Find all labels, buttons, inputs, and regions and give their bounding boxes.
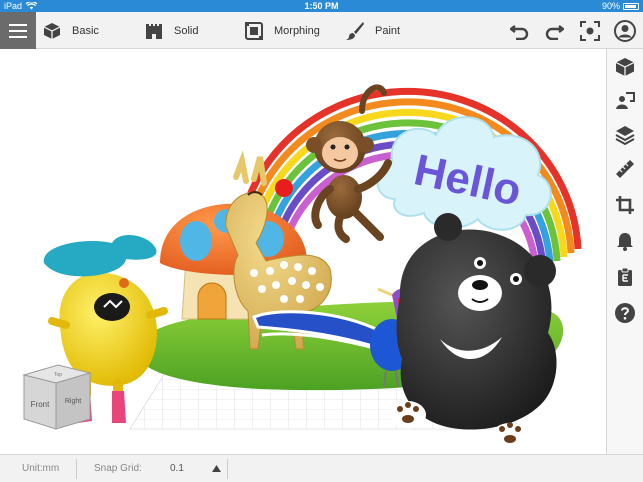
crop-icon [616,196,634,214]
battery-icon [623,2,639,10]
help-icon [615,303,635,323]
ruler-icon [616,160,634,178]
account-icon [614,19,636,42]
snap-grid-label: Snap Grid: [94,463,142,474]
snap-grid-dropdown-icon[interactable] [212,465,221,472]
bottom-separator [227,459,228,479]
bell-icon [617,233,633,251]
bottom-status-bar: Unit:mm Snap Grid: 0.1 [0,454,643,482]
bottom-separator [76,459,77,479]
tool-basic[interactable]: Basic [42,12,99,49]
paintbrush-icon [346,21,364,40]
person-model-icon [616,92,635,109]
tool-morphing-label: Morphing [274,24,320,37]
sidebar-clipboard[interactable] [613,265,637,289]
status-time: 1:50 PM [304,1,339,11]
undo-button[interactable] [507,12,533,49]
view-cube-right-label: Right [65,398,81,405]
castle-icon [146,23,162,39]
morph-icon [245,21,263,40]
undo-icon [510,24,529,40]
hamburger-icon [9,23,27,38]
tool-basic-label: Basic [72,24,99,37]
sidebar-ruler[interactable] [613,157,637,181]
view-cube-top-label: Top [54,372,62,378]
sidebar-person-model[interactable] [613,89,637,113]
tool-solid[interactable]: Solid [144,12,198,49]
clipboard-icon [618,267,632,286]
redo-icon [545,24,564,40]
redo-button[interactable] [541,12,567,49]
cube-icon [43,22,61,39]
sidebar-crop[interactable] [613,193,637,217]
snap-grid-value[interactable]: 0.1 [170,463,184,474]
tool-solid-label: Solid [174,24,199,37]
account-button[interactable] [612,12,638,49]
focus-button[interactable] [577,12,603,49]
scene-svg: Hello Top Front Right [22,84,582,447]
view-cube[interactable]: Top Front Right [22,364,92,430]
sidebar-cube-view[interactable] [613,55,637,79]
battery-percent: 90% [601,1,620,11]
tool-paint[interactable]: Paint [345,12,400,49]
tool-paint-label: Paint [375,24,401,37]
unit-label: Unit:mm [22,463,60,474]
sidebar-bell[interactable] [613,229,637,253]
cube-view-icon [615,58,635,76]
main-toolbar: Basic Solid Morphing Paint [0,12,643,49]
layers-icon [615,126,635,145]
view-cube-front-label: Front [31,400,50,409]
tool-morphing[interactable]: Morphing [244,12,320,49]
menu-button[interactable] [0,12,36,49]
sidebar-help[interactable] [613,301,637,325]
sidebar-layers[interactable] [613,123,637,147]
focus-icon [580,20,600,41]
status-bar: iPad 1:50 PM 90% [0,0,643,12]
model-canvas[interactable]: Hello Top Front Right [0,49,606,454]
right-sidebar [606,49,643,454]
